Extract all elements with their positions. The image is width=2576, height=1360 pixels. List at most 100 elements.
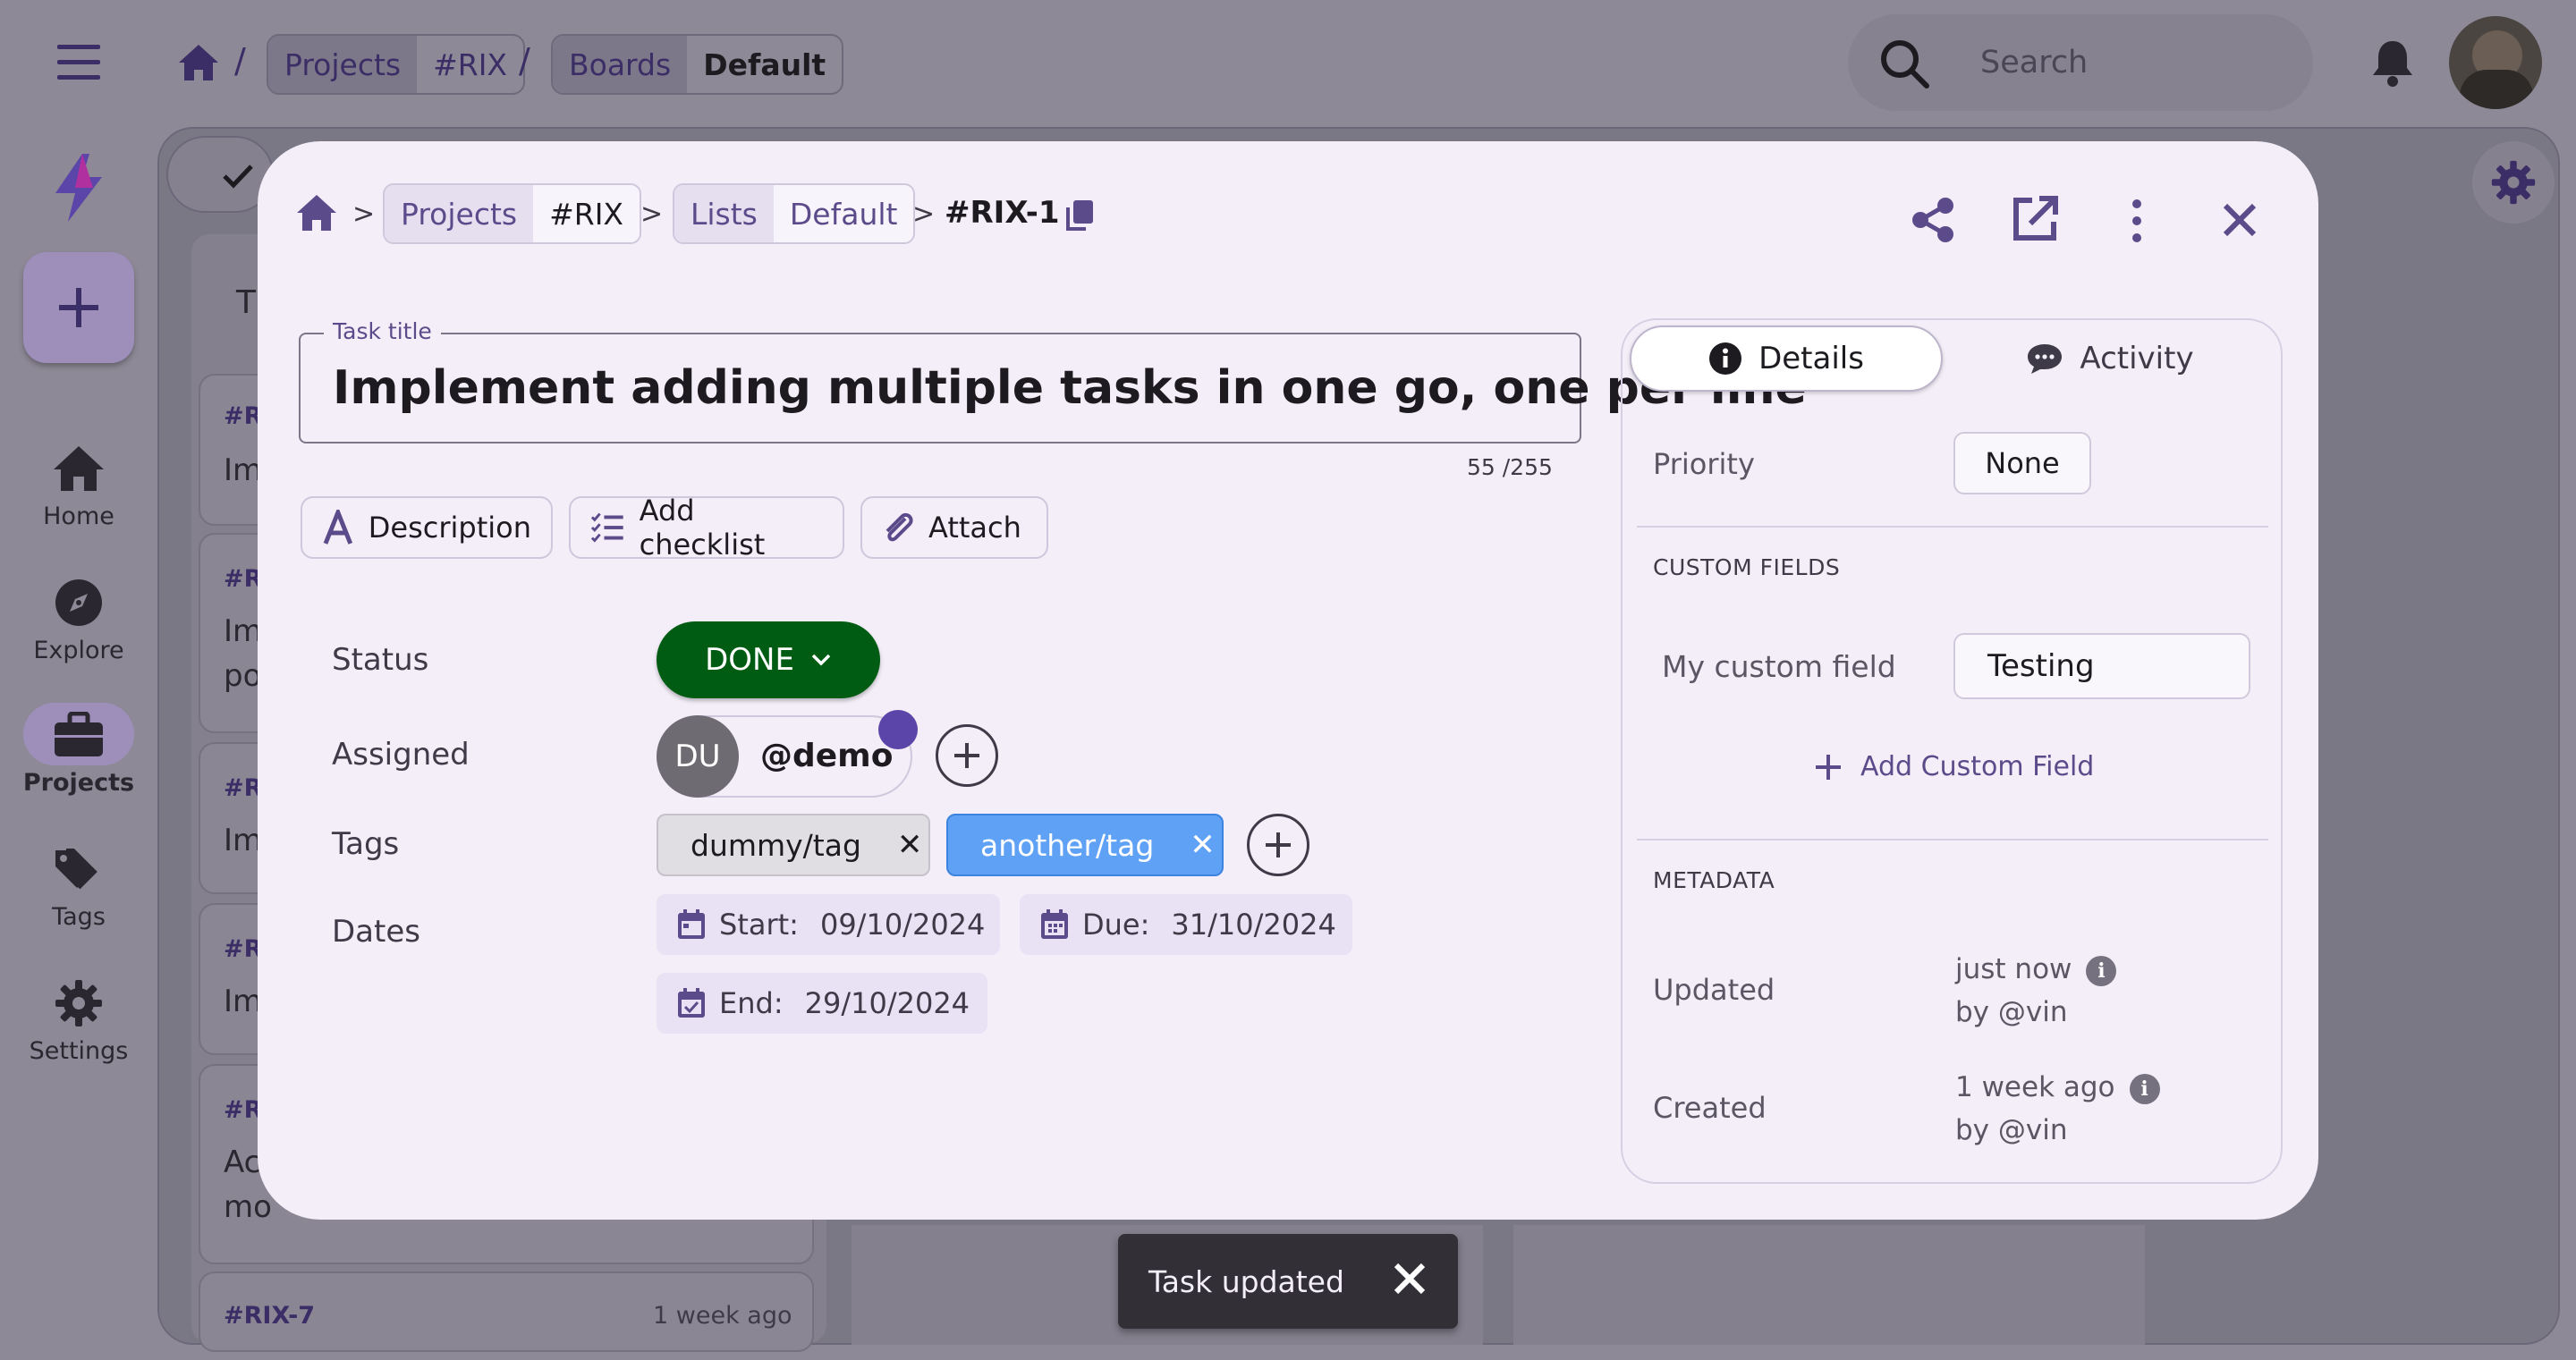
due-date-label: Due: <box>1082 908 1150 942</box>
close-icon[interactable]: ✕ <box>1190 827 1216 863</box>
tab-activity[interactable]: Activity <box>1946 325 2274 392</box>
tag-label: another/tag <box>980 827 1155 863</box>
custom-field-input[interactable]: Testing <box>1953 633 2250 699</box>
created-value: 1 week ago i by @vin <box>1955 1066 2160 1152</box>
priority-select[interactable]: None <box>1953 432 2091 494</box>
metadata-heading: METADATA <box>1653 867 1775 893</box>
tag-icon <box>52 842 106 896</box>
close-icon[interactable]: ✕ <box>897 827 923 863</box>
task-card[interactable]: #RIX-7 1 week ago <box>199 1271 814 1352</box>
start-date-chip[interactable]: Start: 09/10/2024 <box>657 894 1000 955</box>
plus-icon <box>1266 832 1291 857</box>
gear-icon <box>2491 160 2536 205</box>
chevron-down-icon <box>811 654 831 666</box>
breadcrumb-separator: > <box>352 199 376 230</box>
assignee-avatar: DU <box>657 715 739 798</box>
breadcrumb-board-name[interactable]: Default <box>687 36 842 93</box>
description-button[interactable]: Description <box>301 496 553 559</box>
bell-icon[interactable] <box>2370 38 2415 88</box>
task-id: #RIX-1 <box>945 195 1060 231</box>
menu-icon[interactable] <box>55 43 102 82</box>
breadcrumb-projects[interactable]: Projects <box>385 185 534 242</box>
breadcrumb-boards[interactable]: Boards <box>553 36 688 93</box>
calendar-check-icon <box>678 988 705 1018</box>
panel-divider <box>1637 526 2268 528</box>
board-column <box>1513 1225 2145 1345</box>
info-icon <box>1709 342 1742 375</box>
home-icon <box>52 442 106 495</box>
start-date-label: Start: <box>719 908 799 942</box>
breadcrumb-projects[interactable]: Projects <box>268 36 418 93</box>
share-icon[interactable] <box>1911 197 1955 243</box>
add-tag-button[interactable] <box>1247 814 1309 876</box>
breadcrumb-project-id[interactable]: #RIX <box>417 36 523 93</box>
add-checklist-button[interactable]: Add checklist <box>569 494 844 562</box>
top-breadcrumb-project[interactable]: Projects #RIX <box>267 34 526 95</box>
tab-details-label: Details <box>1758 341 1864 376</box>
task-title-text[interactable]: Implement adding multiple tasks in one g… <box>333 361 1807 415</box>
tab-activity-label: Activity <box>2080 341 2194 376</box>
breadcrumb-separator: > <box>912 199 936 230</box>
start-date-value: 09/10/2024 <box>819 908 986 942</box>
end-date-chip[interactable]: End: 29/10/2024 <box>657 973 987 1034</box>
close-icon[interactable] <box>2222 202 2258 238</box>
tags-label: Tags <box>332 826 400 862</box>
created-when: 1 week ago <box>1955 1071 2115 1103</box>
card-id: #R <box>224 774 263 802</box>
tag-chip[interactable]: another/tag ✕ <box>946 814 1224 876</box>
search-input[interactable]: Search <box>1848 14 2313 111</box>
add-assignee-button[interactable] <box>936 724 998 787</box>
more-options-icon[interactable] <box>2129 199 2145 243</box>
add-custom-field-label: Add Custom Field <box>1860 751 2095 782</box>
attach-button[interactable]: Attach <box>860 496 1048 559</box>
updated-by: by @vin <box>1955 996 2068 1028</box>
tag-chip[interactable]: dummy/tag ✕ <box>657 814 930 876</box>
sidebar-item-tags[interactable]: Tags <box>0 842 157 931</box>
card-title: Ac <box>224 1145 261 1180</box>
top-breadcrumb-board[interactable]: Boards Default <box>551 34 844 95</box>
open-external-icon[interactable] <box>2011 195 2059 243</box>
custom-fields-heading: CUSTOM FIELDS <box>1653 554 1841 580</box>
compass-icon <box>52 576 106 629</box>
search-icon[interactable] <box>1878 38 1930 89</box>
add-checklist-label: Add checklist <box>639 494 766 562</box>
sidebar-item-settings[interactable]: Settings <box>0 976 157 1065</box>
card-title: Im <box>224 613 263 649</box>
gear-icon <box>52 976 106 1030</box>
updated-label: Updated <box>1653 973 1775 1007</box>
priority-label: Priority <box>1653 447 1755 481</box>
close-icon[interactable] <box>1392 1261 1428 1297</box>
breadcrumb-list-name[interactable]: Default <box>773 185 914 242</box>
home-icon[interactable] <box>295 193 338 232</box>
sidebar-item-explore[interactable]: Explore <box>0 576 157 664</box>
add-custom-field-button[interactable]: Add Custom Field <box>1814 751 2094 782</box>
copy-icon[interactable] <box>1064 199 1095 232</box>
plus-icon <box>59 288 98 327</box>
card-id: #R <box>224 1096 263 1124</box>
modal-breadcrumb-project[interactable]: Projects #RIX <box>383 183 642 244</box>
column-header: T <box>236 284 256 321</box>
assignee-status-dot <box>878 710 918 749</box>
modal-breadcrumb-list[interactable]: Lists Default <box>673 183 916 244</box>
sidebar-label: Tags <box>52 903 106 931</box>
info-icon[interactable]: i <box>2129 1073 2160 1104</box>
sidebar-item-projects[interactable]: Projects <box>0 708 157 797</box>
tab-details[interactable]: Details <box>1630 325 1943 392</box>
user-avatar[interactable] <box>2449 16 2542 109</box>
create-button[interactable] <box>23 252 134 363</box>
due-date-chip[interactable]: Due: 31/10/2024 <box>1020 894 1352 955</box>
info-icon[interactable]: i <box>2086 955 2117 986</box>
card-id: #R <box>224 565 263 593</box>
sidebar-item-home[interactable]: Home <box>0 442 157 530</box>
assigned-label: Assigned <box>332 737 470 773</box>
home-icon[interactable] <box>177 43 220 82</box>
card-title: Im <box>224 823 263 858</box>
assignee-name: @demo <box>760 738 894 774</box>
breadcrumb-lists[interactable]: Lists <box>674 185 774 242</box>
board-settings-button[interactable] <box>2472 141 2555 224</box>
updated-value: just now i by @vin <box>1955 948 2117 1034</box>
card-title: Im <box>224 984 263 1019</box>
text-format-icon <box>323 510 353 545</box>
breadcrumb-project-id[interactable]: #RIX <box>533 185 640 242</box>
status-dropdown[interactable]: DONE <box>657 621 880 698</box>
